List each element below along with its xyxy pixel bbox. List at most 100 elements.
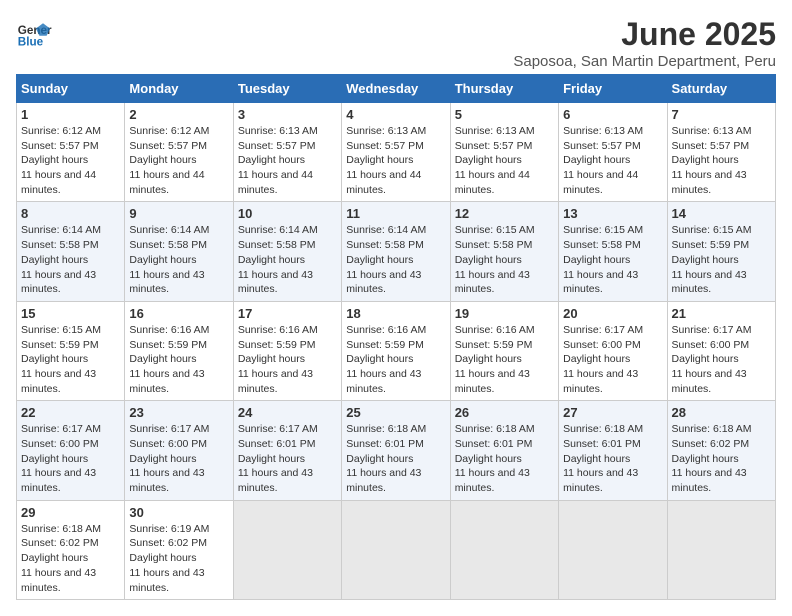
day-number: 15 <box>21 306 120 321</box>
calendar-cell: 17 Sunrise: 6:16 AM Sunset: 5:59 PM Dayl… <box>233 301 341 400</box>
calendar-cell: 30 Sunrise: 6:19 AM Sunset: 6:02 PM Dayl… <box>125 500 233 599</box>
calendar-cell: 29 Sunrise: 6:18 AM Sunset: 6:02 PM Dayl… <box>17 500 125 599</box>
day-number: 14 <box>672 206 771 221</box>
day-number: 6 <box>563 107 662 122</box>
day-number: 7 <box>672 107 771 122</box>
day-info: Sunrise: 6:14 AM Sunset: 5:58 PM Dayligh… <box>346 223 445 296</box>
calendar-cell <box>667 500 775 599</box>
day-number: 29 <box>21 505 120 520</box>
day-info: Sunrise: 6:16 AM Sunset: 5:59 PM Dayligh… <box>129 323 228 396</box>
day-number: 3 <box>238 107 337 122</box>
week-row-4: 22 Sunrise: 6:17 AM Sunset: 6:00 PM Dayl… <box>17 401 776 500</box>
day-info: Sunrise: 6:18 AM Sunset: 6:02 PM Dayligh… <box>21 522 120 595</box>
week-row-3: 15 Sunrise: 6:15 AM Sunset: 5:59 PM Dayl… <box>17 301 776 400</box>
title-area: June 2025 Saposoa, San Martin Department… <box>513 16 776 70</box>
calendar-cell: 25 Sunrise: 6:18 AM Sunset: 6:01 PM Dayl… <box>342 401 450 500</box>
calendar-cell: 10 Sunrise: 6:14 AM Sunset: 5:58 PM Dayl… <box>233 202 341 301</box>
calendar-cell: 13 Sunrise: 6:15 AM Sunset: 5:58 PM Dayl… <box>559 202 667 301</box>
calendar-cell: 3 Sunrise: 6:13 AM Sunset: 5:57 PM Dayli… <box>233 103 341 202</box>
calendar-cell: 8 Sunrise: 6:14 AM Sunset: 5:58 PM Dayli… <box>17 202 125 301</box>
col-header-thursday: Thursday <box>450 75 558 103</box>
day-number: 10 <box>238 206 337 221</box>
day-info: Sunrise: 6:14 AM Sunset: 5:58 PM Dayligh… <box>21 223 120 296</box>
col-header-friday: Friday <box>559 75 667 103</box>
day-info: Sunrise: 6:14 AM Sunset: 5:58 PM Dayligh… <box>129 223 228 296</box>
calendar-cell <box>450 500 558 599</box>
calendar-cell: 18 Sunrise: 6:16 AM Sunset: 5:59 PM Dayl… <box>342 301 450 400</box>
calendar-cell <box>342 500 450 599</box>
day-number: 20 <box>563 306 662 321</box>
calendar-cell <box>233 500 341 599</box>
day-info: Sunrise: 6:16 AM Sunset: 5:59 PM Dayligh… <box>346 323 445 396</box>
day-number: 25 <box>346 405 445 420</box>
day-number: 18 <box>346 306 445 321</box>
day-number: 13 <box>563 206 662 221</box>
calendar-cell: 9 Sunrise: 6:14 AM Sunset: 5:58 PM Dayli… <box>125 202 233 301</box>
day-info: Sunrise: 6:17 AM Sunset: 6:00 PM Dayligh… <box>21 422 120 495</box>
calendar-cell: 6 Sunrise: 6:13 AM Sunset: 5:57 PM Dayli… <box>559 103 667 202</box>
day-number: 9 <box>129 206 228 221</box>
calendar-cell: 22 Sunrise: 6:17 AM Sunset: 6:00 PM Dayl… <box>17 401 125 500</box>
calendar-cell: 21 Sunrise: 6:17 AM Sunset: 6:00 PM Dayl… <box>667 301 775 400</box>
header-row: SundayMondayTuesdayWednesdayThursdayFrid… <box>17 75 776 103</box>
calendar-cell: 4 Sunrise: 6:13 AM Sunset: 5:57 PM Dayli… <box>342 103 450 202</box>
day-number: 23 <box>129 405 228 420</box>
col-header-wednesday: Wednesday <box>342 75 450 103</box>
week-row-2: 8 Sunrise: 6:14 AM Sunset: 5:58 PM Dayli… <box>17 202 776 301</box>
day-info: Sunrise: 6:19 AM Sunset: 6:02 PM Dayligh… <box>129 522 228 595</box>
calendar-cell: 26 Sunrise: 6:18 AM Sunset: 6:01 PM Dayl… <box>450 401 558 500</box>
day-number: 19 <box>455 306 554 321</box>
day-number: 8 <box>21 206 120 221</box>
day-number: 1 <box>21 107 120 122</box>
day-number: 5 <box>455 107 554 122</box>
calendar-cell: 1 Sunrise: 6:12 AM Sunset: 5:57 PM Dayli… <box>17 103 125 202</box>
day-info: Sunrise: 6:15 AM Sunset: 5:58 PM Dayligh… <box>563 223 662 296</box>
calendar-cell: 16 Sunrise: 6:16 AM Sunset: 5:59 PM Dayl… <box>125 301 233 400</box>
day-info: Sunrise: 6:18 AM Sunset: 6:01 PM Dayligh… <box>563 422 662 495</box>
day-number: 21 <box>672 306 771 321</box>
day-info: Sunrise: 6:17 AM Sunset: 6:00 PM Dayligh… <box>129 422 228 495</box>
calendar-cell: 14 Sunrise: 6:15 AM Sunset: 5:59 PM Dayl… <box>667 202 775 301</box>
day-info: Sunrise: 6:18 AM Sunset: 6:01 PM Dayligh… <box>346 422 445 495</box>
day-info: Sunrise: 6:13 AM Sunset: 5:57 PM Dayligh… <box>346 124 445 197</box>
col-header-monday: Monday <box>125 75 233 103</box>
day-info: Sunrise: 6:15 AM Sunset: 5:59 PM Dayligh… <box>672 223 771 296</box>
day-info: Sunrise: 6:13 AM Sunset: 5:57 PM Dayligh… <box>672 124 771 197</box>
calendar-table: SundayMondayTuesdayWednesdayThursdayFrid… <box>16 74 776 600</box>
day-number: 17 <box>238 306 337 321</box>
day-info: Sunrise: 6:16 AM Sunset: 5:59 PM Dayligh… <box>455 323 554 396</box>
day-info: Sunrise: 6:14 AM Sunset: 5:58 PM Dayligh… <box>238 223 337 296</box>
logo-icon: General Blue <box>16 16 52 52</box>
week-row-1: 1 Sunrise: 6:12 AM Sunset: 5:57 PM Dayli… <box>17 103 776 202</box>
day-number: 11 <box>346 206 445 221</box>
calendar-cell: 23 Sunrise: 6:17 AM Sunset: 6:00 PM Dayl… <box>125 401 233 500</box>
day-number: 30 <box>129 505 228 520</box>
day-info: Sunrise: 6:13 AM Sunset: 5:57 PM Dayligh… <box>238 124 337 197</box>
day-info: Sunrise: 6:12 AM Sunset: 5:57 PM Dayligh… <box>21 124 120 197</box>
svg-text:Blue: Blue <box>18 36 44 49</box>
col-header-sunday: Sunday <box>17 75 125 103</box>
logo: General Blue <box>16 16 52 52</box>
calendar-cell: 19 Sunrise: 6:16 AM Sunset: 5:59 PM Dayl… <box>450 301 558 400</box>
col-header-saturday: Saturday <box>667 75 775 103</box>
day-number: 28 <box>672 405 771 420</box>
calendar-cell: 11 Sunrise: 6:14 AM Sunset: 5:58 PM Dayl… <box>342 202 450 301</box>
day-number: 4 <box>346 107 445 122</box>
calendar-cell <box>559 500 667 599</box>
day-number: 26 <box>455 405 554 420</box>
header: General Blue June 2025 Saposoa, San Mart… <box>16 16 776 70</box>
day-info: Sunrise: 6:13 AM Sunset: 5:57 PM Dayligh… <box>455 124 554 197</box>
calendar-cell: 5 Sunrise: 6:13 AM Sunset: 5:57 PM Dayli… <box>450 103 558 202</box>
day-number: 27 <box>563 405 662 420</box>
calendar-cell: 12 Sunrise: 6:15 AM Sunset: 5:58 PM Dayl… <box>450 202 558 301</box>
day-number: 16 <box>129 306 228 321</box>
day-info: Sunrise: 6:16 AM Sunset: 5:59 PM Dayligh… <box>238 323 337 396</box>
day-info: Sunrise: 6:18 AM Sunset: 6:02 PM Dayligh… <box>672 422 771 495</box>
day-info: Sunrise: 6:17 AM Sunset: 6:00 PM Dayligh… <box>672 323 771 396</box>
day-info: Sunrise: 6:17 AM Sunset: 6:01 PM Dayligh… <box>238 422 337 495</box>
month-title: June 2025 <box>513 16 776 53</box>
day-info: Sunrise: 6:17 AM Sunset: 6:00 PM Dayligh… <box>563 323 662 396</box>
calendar-cell: 2 Sunrise: 6:12 AM Sunset: 5:57 PM Dayli… <box>125 103 233 202</box>
day-info: Sunrise: 6:15 AM Sunset: 5:58 PM Dayligh… <box>455 223 554 296</box>
day-info: Sunrise: 6:12 AM Sunset: 5:57 PM Dayligh… <box>129 124 228 197</box>
